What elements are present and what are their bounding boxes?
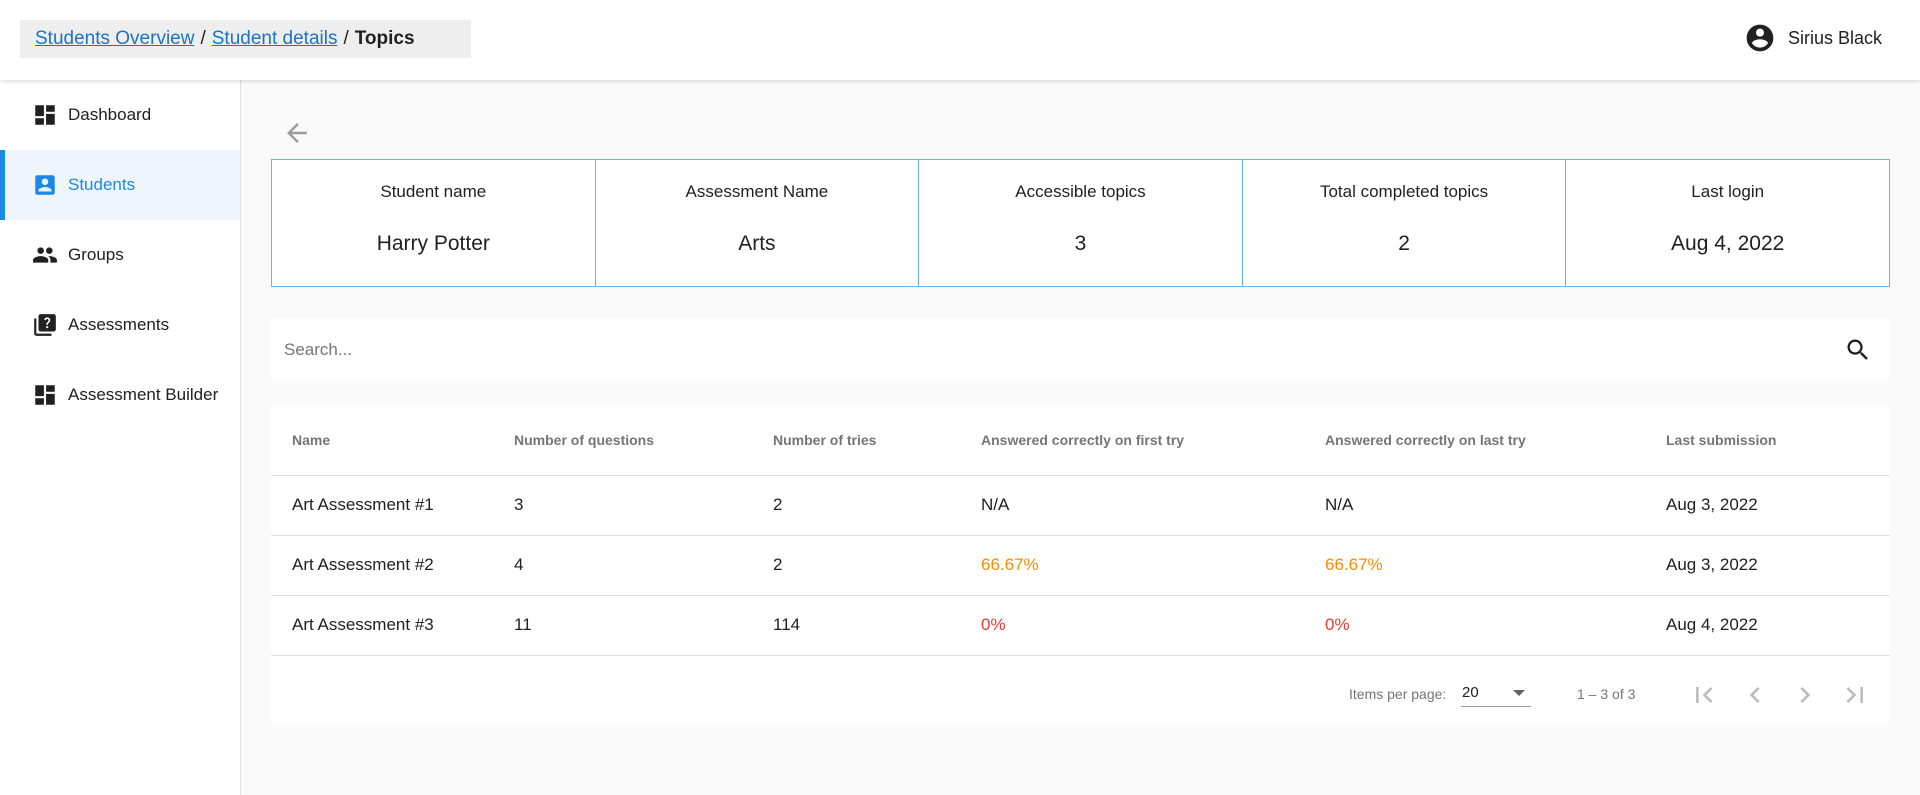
cell-last-submission: Aug 3, 2022 [1666, 475, 1890, 536]
next-page-button[interactable] [1789, 679, 1821, 711]
cell-tries: 114 [773, 595, 981, 656]
breadcrumb-current: Topics [354, 28, 415, 49]
column-header-last-submission[interactable]: Last submission [1666, 405, 1890, 476]
sidebar-item-assessments[interactable]: Assessments [0, 290, 240, 360]
chevron-down-icon [1513, 690, 1525, 696]
cell-last-submission: Aug 4, 2022 [1666, 595, 1890, 656]
page-range-label: 1 – 3 of 3 [1577, 686, 1636, 702]
column-header-first-try[interactable]: Answered correctly on first try [981, 405, 1325, 476]
cell-tries: 2 [773, 535, 981, 596]
summary-value: Arts [738, 232, 776, 255]
cell-questions: 11 [514, 595, 773, 656]
sidebar-item-label: Dashboard [68, 105, 152, 124]
summary-label: Assessment Name [685, 182, 829, 201]
first-page-icon [1696, 687, 1713, 703]
back-arrow-icon[interactable] [282, 118, 312, 148]
sidebar-item-label: Assessment Builder [68, 385, 219, 404]
user-menu[interactable]: Sirius Black [1744, 22, 1882, 54]
quiz-icon [34, 314, 56, 336]
breadcrumb-separator: / [343, 28, 349, 49]
cell-name: Art Assessment #3 [271, 595, 514, 656]
breadcrumb-link-student-details[interactable]: Student details [212, 28, 338, 50]
table-row[interactable]: Art Assessment #3 11 114 0% 0% Aug 4, 20… [271, 595, 1890, 656]
summary-assessment-name: Assessment Name Arts [596, 160, 920, 286]
summary-label: Total completed topics [1319, 182, 1489, 201]
sidebar-item-groups[interactable]: Groups [0, 220, 240, 290]
cell-last-try: 66.67% [1325, 535, 1666, 596]
table-row[interactable]: Art Assessment #1 3 2 N/A N/A Aug 3, 202… [271, 475, 1890, 536]
summary-label: Accessible topics [1015, 182, 1146, 201]
summary-student-name: Student name Harry Potter [272, 160, 596, 286]
search-input[interactable] [284, 318, 1804, 381]
cell-first-try: 66.67% [981, 535, 1325, 596]
summary-value: Aug 4, 2022 [1671, 232, 1785, 255]
previous-page-button[interactable] [1739, 679, 1771, 711]
cell-questions: 3 [514, 475, 773, 536]
paginator: Items per page: 20 1 – 3 of 3 [271, 665, 1890, 725]
cell-name: Art Assessment #1 [271, 475, 514, 536]
dashboard-icon [35, 105, 55, 125]
cell-questions: 4 [514, 535, 773, 596]
cell-first-try: 0% [981, 595, 1325, 656]
cell-last-try: 0% [1325, 595, 1666, 656]
items-per-page-value: 20 [1462, 684, 1479, 701]
cell-last-submission: Aug 3, 2022 [1666, 535, 1890, 596]
summary-accessible-topics: Accessible topics 3 [919, 160, 1243, 286]
groups-icon [33, 247, 57, 263]
sidebar-item-label: Groups [68, 245, 124, 264]
user-name: Sirius Black [1787, 27, 1882, 48]
cell-tries: 2 [773, 475, 981, 536]
dashboard-icon [35, 385, 55, 405]
topics-table-card: Name Number of questions Number of tries… [271, 405, 1890, 725]
column-header-name[interactable]: Name [271, 405, 514, 476]
summary-label: Student name [380, 182, 487, 201]
summary-value: 3 [1074, 232, 1087, 255]
topics-table: Name Number of questions Number of tries… [271, 405, 1890, 656]
summary-label: Last login [1691, 182, 1765, 201]
cell-name: Art Assessment #2 [271, 535, 514, 596]
cell-first-try: N/A [981, 475, 1325, 536]
table-row[interactable]: Art Assessment #2 4 2 66.67% 66.67% Aug … [271, 535, 1890, 596]
sidebar-item-assessment-builder[interactable]: Assessment Builder [0, 360, 240, 430]
sidebar-item-label: Assessments [68, 315, 170, 334]
column-header-tries[interactable]: Number of tries [773, 405, 981, 476]
account-circle-icon [1746, 24, 1774, 52]
top-bar: Students Overview / Student details / To… [0, 0, 1920, 80]
search-bar [271, 318, 1890, 381]
items-per-page-select[interactable]: 20 [1461, 677, 1531, 707]
column-header-last-try[interactable]: Answered correctly on last try [1325, 405, 1666, 476]
chevron-left-icon [1749, 687, 1760, 703]
sidebar-item-students[interactable]: Students [0, 150, 240, 220]
column-header-questions[interactable]: Number of questions [514, 405, 773, 476]
student-summary: Student name Harry Potter Assessment Nam… [271, 159, 1890, 287]
search-icon[interactable] [1844, 336, 1872, 364]
items-per-page-label: Items per page: [1349, 686, 1447, 702]
last-page-button[interactable] [1839, 679, 1871, 711]
summary-last-login: Last login Aug 4, 2022 [1566, 160, 1889, 286]
sidebar-item-label: Students [68, 175, 136, 194]
summary-value: 2 [1398, 232, 1410, 255]
last-page-icon [1846, 687, 1863, 703]
student-badge-icon [35, 175, 55, 195]
summary-completed-topics: Total completed topics 2 [1243, 160, 1567, 286]
sidebar-item-dashboard[interactable]: Dashboard [0, 80, 240, 150]
breadcrumb-link-students-overview[interactable]: Students Overview [35, 28, 194, 50]
chevron-right-icon [1800, 687, 1811, 703]
table-header-row: Name Number of questions Number of tries… [271, 405, 1890, 476]
breadcrumb: Students Overview / Student details / To… [20, 20, 471, 58]
first-page-button[interactable] [1688, 679, 1720, 711]
summary-value: Harry Potter [376, 232, 490, 255]
breadcrumb-separator: / [200, 28, 206, 49]
cell-last-try: N/A [1325, 475, 1666, 536]
sidebar: Dashboard Students Groups Assessments As… [0, 80, 241, 795]
